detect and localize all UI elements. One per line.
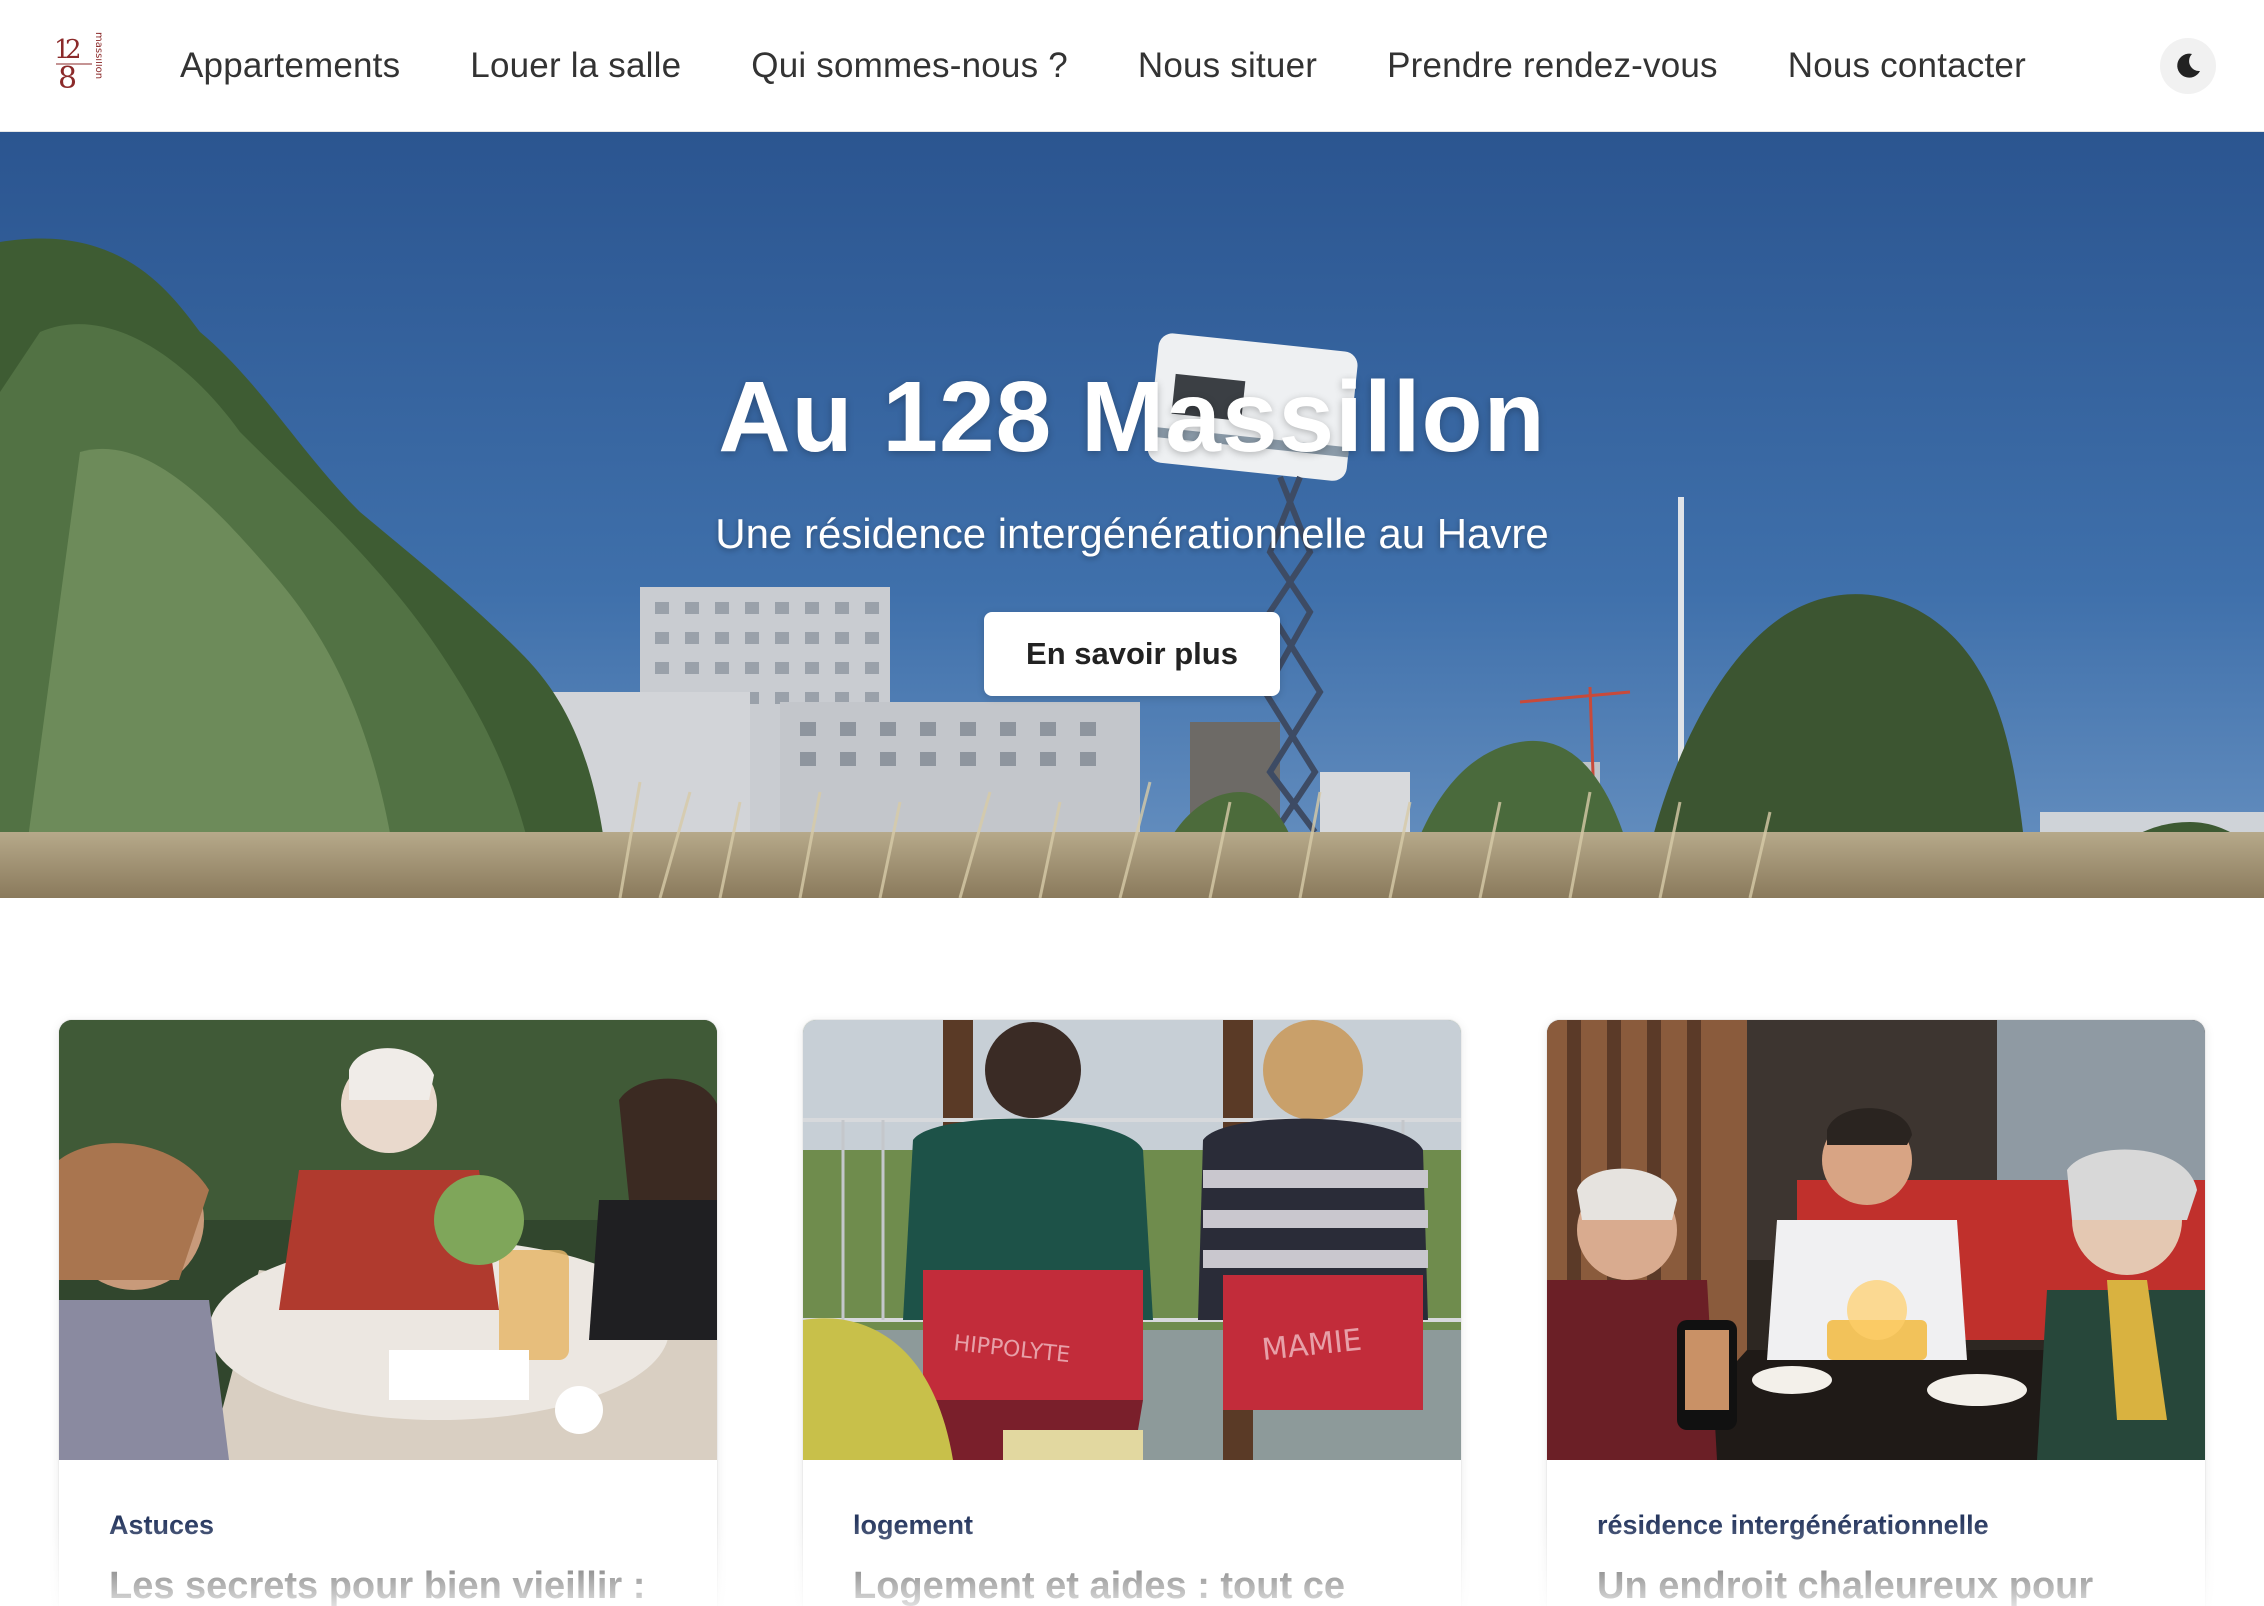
logo-icon: 1 2 8 massillon	[54, 32, 104, 96]
nav-prendre-rendez-vous[interactable]: Prendre rendez-vous	[1387, 46, 1718, 86]
hero-title: Au 128 Massillon	[718, 361, 1546, 473]
article-card[interactable]: HIPPOLYTE MAMIE logement Logement et aid…	[802, 1019, 1462, 1606]
article-tag[interactable]: Astuces	[109, 1510, 214, 1541]
article-title[interactable]: Un endroit chaleureux pour	[1597, 1565, 2093, 1606]
article-image: HIPPOLYTE MAMIE	[803, 1020, 1461, 1460]
main-nav: Appartements Louer la salle Qui sommes-n…	[180, 0, 2096, 132]
svg-text:8: 8	[58, 61, 77, 94]
nav-nous-contacter[interactable]: Nous contacter	[1788, 46, 2026, 86]
article-image	[59, 1020, 717, 1460]
site-header: 1 2 8 massillon Appartements Louer la sa…	[0, 0, 2264, 132]
hero-banner: Au 128 Massillon Une résidence intergéné…	[0, 132, 2264, 898]
article-title[interactable]: Les secrets pour bien vieillir :	[109, 1565, 645, 1606]
theme-toggle-button[interactable]	[2160, 38, 2216, 94]
learn-more-button[interactable]: En savoir plus	[984, 612, 1280, 696]
nav-qui-sommes-nous[interactable]: Qui sommes-nous ?	[751, 46, 1068, 86]
nav-louer-la-salle[interactable]: Louer la salle	[470, 46, 681, 86]
article-tag[interactable]: logement	[853, 1510, 973, 1541]
article-card[interactable]: Astuces Les secrets pour bien vieillir :	[58, 1019, 718, 1606]
moon-icon	[2177, 53, 2200, 78]
article-image	[1547, 1020, 2205, 1460]
site-logo[interactable]: 1 2 8 massillon	[52, 28, 104, 96]
article-cards: Astuces Les secrets pour bien vieillir :	[58, 1019, 2208, 1606]
article-tag[interactable]: résidence intergénérationnelle	[1597, 1510, 1989, 1541]
hero-subtitle: Une résidence intergénérationnelle au Ha…	[715, 510, 1549, 557]
article-title[interactable]: Logement et aides : tout ce	[853, 1565, 1345, 1606]
article-card[interactable]: résidence intergénérationnelle Un endroi…	[1546, 1019, 2206, 1606]
svg-text:massillon: massillon	[93, 32, 102, 79]
nav-appartements[interactable]: Appartements	[180, 46, 400, 86]
nav-nous-situer[interactable]: Nous situer	[1138, 46, 1317, 86]
